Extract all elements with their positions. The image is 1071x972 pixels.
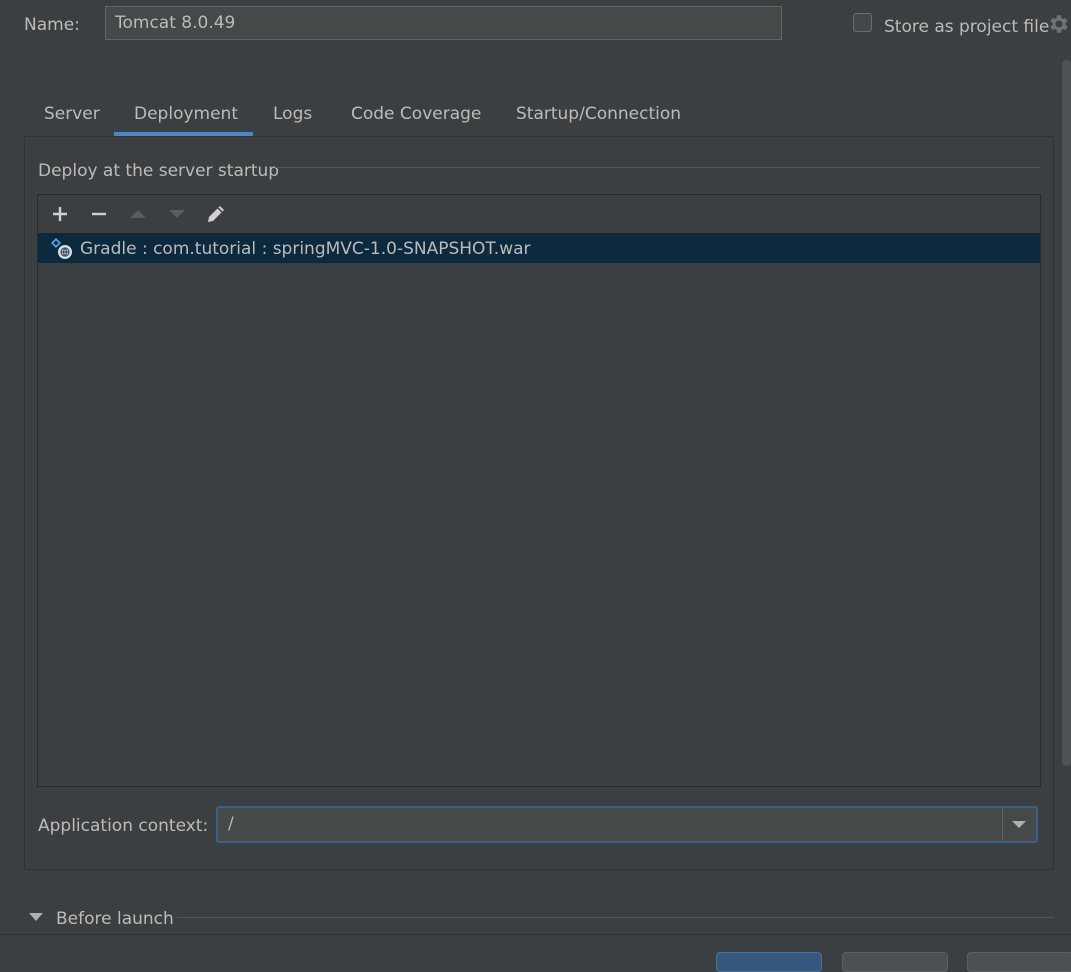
apply-button[interactable] bbox=[967, 952, 1071, 972]
expand-triangle-icon[interactable] bbox=[29, 913, 43, 921]
tab-startup-connection[interactable]: Startup/Connection bbox=[516, 99, 681, 137]
ok-button[interactable] bbox=[716, 952, 822, 972]
tab-logs[interactable]: Logs bbox=[273, 99, 312, 137]
plus-icon[interactable] bbox=[40, 195, 79, 233]
application-context-combobox[interactable]: / bbox=[216, 806, 1038, 843]
tab-code-coverage[interactable]: Code Coverage bbox=[351, 99, 481, 137]
deployment-list[interactable] bbox=[37, 194, 1041, 787]
cancel-button[interactable] bbox=[842, 952, 948, 972]
pencil-icon[interactable] bbox=[196, 195, 235, 233]
deployment-toolbar bbox=[38, 195, 1040, 233]
store-as-project-file-label[interactable]: Store as project file bbox=[884, 14, 1049, 40]
before-launch-label[interactable]: Before launch bbox=[56, 906, 174, 932]
section-divider bbox=[275, 167, 1041, 168]
vertical-scrollbar[interactable] bbox=[1062, 60, 1071, 766]
name-input[interactable]: Tomcat 8.0.49 bbox=[105, 6, 782, 40]
combobox-divider bbox=[1002, 808, 1003, 841]
application-context-input[interactable]: / bbox=[228, 808, 234, 841]
minus-icon[interactable] bbox=[79, 195, 118, 233]
gear-icon[interactable] bbox=[1046, 12, 1070, 36]
store-as-project-file-checkbox[interactable] bbox=[853, 13, 872, 32]
arrow-up-icon[interactable] bbox=[118, 195, 157, 233]
gradle-artifact-icon bbox=[50, 237, 74, 261]
dialog-footer-divider bbox=[0, 934, 1071, 935]
list-item[interactable]: Gradle : com.tutorial : springMVC-1.0-SN… bbox=[38, 233, 1040, 263]
application-context-label: Application context: bbox=[38, 816, 209, 836]
list-item-label: Gradle : com.tutorial : springMVC-1.0-SN… bbox=[80, 239, 531, 259]
arrow-down-icon[interactable] bbox=[157, 195, 196, 233]
name-label: Name: bbox=[24, 15, 80, 35]
chevron-down-icon[interactable] bbox=[1012, 821, 1026, 828]
section-divider bbox=[177, 917, 1054, 918]
tab-server[interactable]: Server bbox=[44, 99, 100, 137]
deploy-section-title: Deploy at the server startup bbox=[38, 161, 280, 181]
